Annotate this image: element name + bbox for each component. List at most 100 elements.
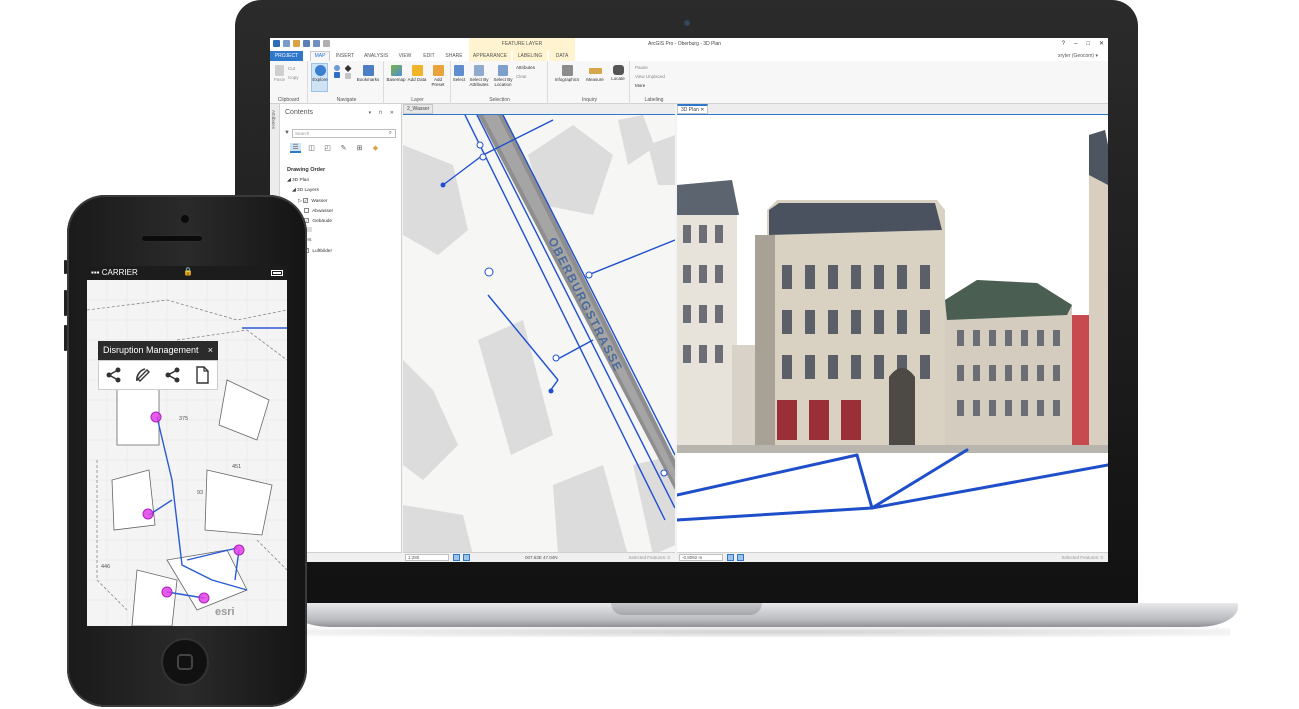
tab-labeling[interactable]: LABELING bbox=[513, 51, 547, 61]
add-data-button[interactable]: Add Data bbox=[407, 65, 427, 82]
disruption-marker[interactable] bbox=[142, 508, 154, 520]
signed-in-user[interactable]: xryter (Geocom) ▾ bbox=[1058, 51, 1098, 61]
valve-node bbox=[479, 153, 487, 161]
scene-tab-3d-plan[interactable]: 3D Plan ✕ bbox=[677, 104, 709, 114]
expand-arrow-icon[interactable]: ▷ bbox=[298, 199, 302, 204]
tree-item-abwasser[interactable]: Abwasser bbox=[304, 208, 333, 214]
select-by-location-button[interactable]: Select By Location bbox=[491, 65, 515, 87]
selection-view-icon[interactable]: ◰ bbox=[322, 143, 333, 153]
table-of-coordinates-icon[interactable] bbox=[453, 554, 460, 561]
window bbox=[805, 265, 815, 289]
editing-view-icon[interactable]: ✎ bbox=[338, 143, 349, 153]
add-preset-label: Add Preset bbox=[431, 77, 445, 87]
disruption-marker[interactable] bbox=[161, 586, 173, 598]
popup-close-button[interactable]: × bbox=[208, 341, 213, 360]
tree-item-3d-layers[interactable]: ◢ 3D Layers bbox=[292, 188, 319, 193]
add-preset-button[interactable]: Add Preset bbox=[427, 65, 449, 87]
new-project-icon[interactable] bbox=[283, 40, 290, 47]
more-button[interactable]: More bbox=[635, 83, 645, 88]
scale-selector[interactable]: -0.8092 m bbox=[679, 554, 723, 561]
save-icon[interactable] bbox=[303, 40, 310, 47]
building-footprint bbox=[553, 465, 628, 562]
tab-share[interactable]: SHARE bbox=[443, 51, 465, 61]
view-unplaced-button[interactable]: View Unplaced bbox=[635, 74, 665, 79]
basemap-button[interactable]: Basemap bbox=[385, 65, 407, 82]
close-button[interactable]: ✕ bbox=[1099, 38, 1104, 51]
tree-item-gebaude[interactable]: ✓ Gebäude bbox=[304, 218, 332, 224]
map-view-2d[interactable]: 2_Wasser OBERBURGSTRASSE 1:280 007.63E 4… bbox=[403, 104, 675, 562]
visibility-checkbox[interactable] bbox=[304, 208, 309, 213]
disruption-marker[interactable] bbox=[198, 592, 210, 604]
tab-view[interactable]: VIEW bbox=[396, 51, 414, 61]
window bbox=[683, 345, 691, 363]
map-2d-status-bar: 1:280 007.63E 47.04N Selected Features: … bbox=[403, 552, 675, 562]
drawing-order-view-icon[interactable]: ☰ bbox=[290, 143, 301, 153]
pane-controls[interactable]: ▾ ⊓ ✕ bbox=[369, 110, 397, 116]
explore-button[interactable]: Explore bbox=[312, 65, 328, 82]
tab-analysis[interactable]: ANALYSIS bbox=[361, 51, 391, 61]
boundary bbox=[256, 539, 287, 571]
help-button[interactable]: ? bbox=[1062, 38, 1065, 51]
visibility-checkbox[interactable]: ✓ bbox=[303, 198, 309, 203]
tab-insert[interactable]: INSERT bbox=[333, 51, 357, 61]
close-tab-icon[interactable]: ✕ bbox=[700, 107, 704, 113]
share-alt-icon[interactable] bbox=[164, 366, 182, 384]
locate-button[interactable]: Locate bbox=[607, 65, 629, 81]
undo-icon[interactable] bbox=[313, 40, 320, 47]
attributes-dock-tab[interactable]: Attributes bbox=[271, 110, 276, 129]
maximize-button[interactable]: □ bbox=[1086, 38, 1090, 51]
contents-search-input[interactable]: Search ⌕ bbox=[292, 129, 396, 138]
tree-item-luftbilder[interactable]: ✓ Luftbilder bbox=[304, 248, 332, 254]
cut-button[interactable]: Cut bbox=[288, 66, 295, 71]
parcel bbox=[218, 379, 270, 441]
expand-arrow-icon[interactable]: ◢ bbox=[287, 178, 291, 183]
full-extent-tools[interactable] bbox=[343, 65, 353, 80]
tree-item-wasser[interactable]: ▷ ✓ Wasser bbox=[298, 198, 327, 204]
attributes-button[interactable]: Attributes bbox=[516, 65, 535, 70]
roof-center bbox=[769, 203, 942, 235]
bookmarks-icon bbox=[362, 65, 374, 76]
open-project-icon[interactable] bbox=[293, 40, 300, 47]
tab-map[interactable]: MAP bbox=[310, 51, 330, 61]
document-icon[interactable] bbox=[193, 366, 211, 384]
redo-icon[interactable] bbox=[323, 40, 330, 47]
measure-button[interactable]: Measure bbox=[583, 65, 607, 82]
infographics-button[interactable]: Infographics bbox=[552, 65, 582, 82]
tree-item-3d-plan[interactable]: ◢ 3D Plan bbox=[287, 178, 309, 183]
select-by-attributes-button[interactable]: Select By Attributes bbox=[467, 65, 491, 87]
data-source-view-icon[interactable]: ◫ bbox=[306, 143, 317, 153]
tab-edit[interactable]: EDIT bbox=[420, 51, 438, 61]
home-button[interactable] bbox=[163, 640, 207, 684]
expand-arrow-icon[interactable]: ◢ bbox=[292, 188, 296, 193]
search-icon[interactable]: ⌕ bbox=[389, 130, 392, 137]
share-icon[interactable] bbox=[105, 366, 123, 384]
paste-button[interactable]: Paste bbox=[273, 65, 286, 82]
disruption-marker[interactable] bbox=[150, 411, 162, 423]
labeling-view-icon[interactable]: ◆ bbox=[370, 143, 381, 153]
tree-item-label: Gebäude bbox=[312, 218, 333, 224]
select-button[interactable]: Select bbox=[452, 65, 466, 82]
disruption-marker[interactable] bbox=[233, 544, 245, 556]
refresh-icon[interactable] bbox=[463, 554, 470, 561]
home-square-icon bbox=[177, 654, 193, 670]
snapping-view-icon[interactable]: ⊞ bbox=[354, 143, 365, 153]
map-tab-2-wasser[interactable]: 2_Wasser bbox=[403, 104, 434, 114]
minimize-button[interactable]: – bbox=[1074, 38, 1077, 51]
bookmarks-button[interactable]: Bookmarks bbox=[355, 65, 381, 82]
zoom-tools[interactable] bbox=[332, 65, 342, 79]
tab-appearance[interactable]: APPEARANCE bbox=[469, 51, 511, 61]
copy-button[interactable]: Copy bbox=[288, 75, 299, 80]
filter-icon[interactable]: ▼ bbox=[284, 130, 290, 136]
table-of-coordinates-icon[interactable] bbox=[727, 554, 734, 561]
refresh-icon[interactable] bbox=[737, 554, 744, 561]
pause-button[interactable]: Pause bbox=[635, 65, 648, 70]
tab-data[interactable]: DATA bbox=[549, 51, 575, 61]
window bbox=[699, 225, 707, 243]
scale-selector[interactable]: 1:280 bbox=[405, 554, 449, 561]
valve-node bbox=[660, 469, 668, 477]
select-by-location-label: Select By Location bbox=[493, 77, 513, 87]
edit-feature-icon[interactable] bbox=[134, 366, 152, 384]
tab-project[interactable]: PROJECT bbox=[270, 51, 303, 61]
clear-button[interactable]: Clear bbox=[516, 74, 527, 79]
scene-view-3d[interactable]: 3D Plan ✕ -0.8092 m Selected Features: 0 bbox=[677, 104, 1108, 562]
